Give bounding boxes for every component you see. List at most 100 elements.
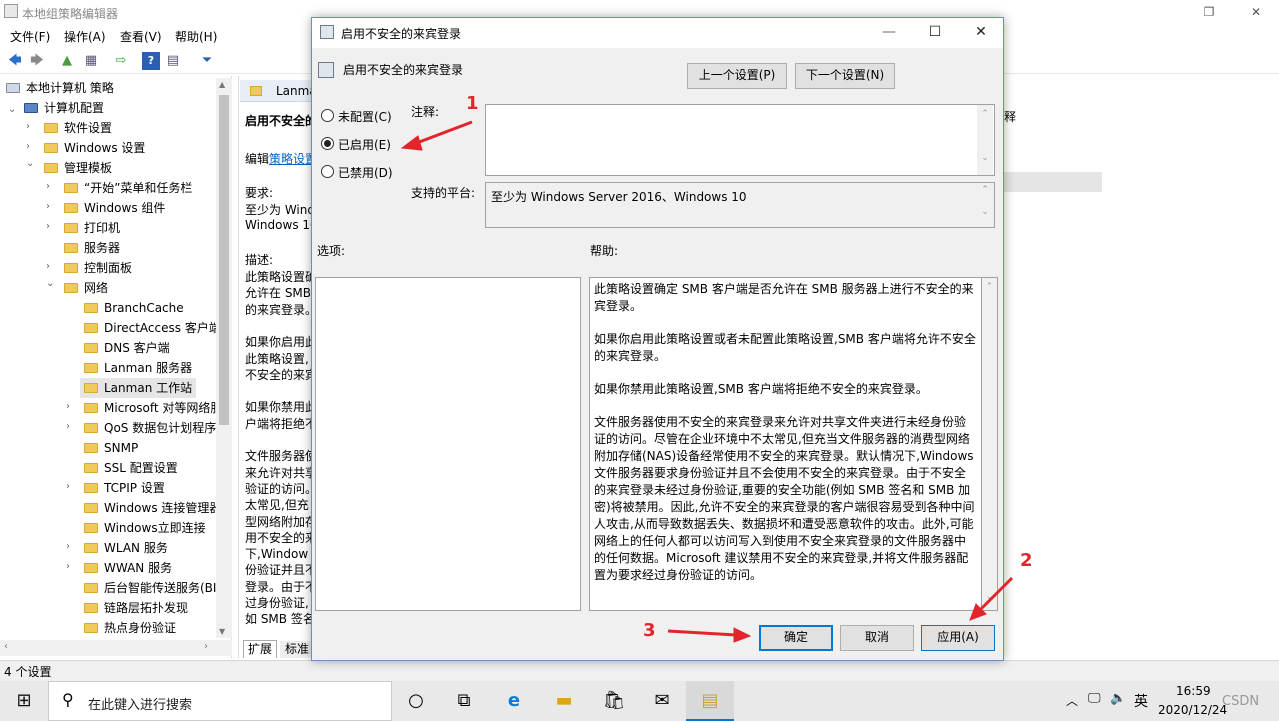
help-pane[interactable]: 此策略设置确定 SMB 客户端是否允许在 SMB 服务器上进行不安全的来宾登录。… <box>589 277 982 611</box>
cortana-icon[interactable]: ○ <box>392 681 440 721</box>
tree-item[interactable]: DirectAccess 客户端 <box>80 318 225 338</box>
chevron-down-icon[interactable]: ⌄ <box>26 158 34 169</box>
tree-item[interactable]: SNMP <box>80 438 142 458</box>
task-view-icon[interactable]: ⧉ <box>440 681 488 721</box>
radio-disabled-label[interactable]: 已禁用(D) <box>338 164 393 181</box>
clock-date[interactable]: 2020/12/24 <box>1158 703 1227 717</box>
editor-close-button[interactable]: ✕ <box>1233 2 1279 22</box>
volume-icon[interactable]: 🔈 <box>1110 691 1126 706</box>
export-list-icon[interactable]: ⇨ <box>112 52 130 70</box>
tree-item[interactable]: Windows 连接管理器 <box>80 498 225 518</box>
tree-item[interactable]: WWAN 服务 <box>80 558 176 578</box>
options-pane[interactable] <box>315 277 581 611</box>
tree-item[interactable]: Windows 组件 <box>60 198 169 218</box>
tree-item[interactable]: 网络 <box>60 278 112 298</box>
network-icon[interactable]: 🖵 <box>1088 691 1101 706</box>
tray-expand-icon[interactable]: ︿ <box>1066 692 1078 709</box>
scroll-down-icon[interactable]: ▼ <box>219 627 225 636</box>
chevron-right-icon[interactable]: › <box>46 221 50 232</box>
radio-enabled-label[interactable]: 已启用(E) <box>338 136 391 153</box>
tree-item[interactable]: 服务器 <box>60 238 124 258</box>
chevron-down-icon[interactable]: ⌄ <box>46 278 54 289</box>
chevron-right-icon[interactable]: › <box>66 421 70 432</box>
properties-icon[interactable]: ▤ <box>164 52 182 70</box>
cancel-button[interactable]: 取消 <box>840 625 914 651</box>
tree-item[interactable]: 后台智能传送服务(BIT <box>80 578 228 598</box>
chevron-right-icon[interactable]: › <box>66 561 70 572</box>
tree-item[interactable]: 软件设置 <box>40 118 116 138</box>
radio-not-configured-label[interactable]: 未配置(C) <box>338 108 392 125</box>
dialog-close-button[interactable]: ✕ <box>966 24 996 40</box>
tree-item[interactable]: QoS 数据包计划程序 <box>80 418 220 438</box>
tree-item[interactable]: Microsoft 对等网络服 <box>80 398 226 418</box>
chevron-right-icon[interactable]: › <box>66 401 70 412</box>
dialog-minimize-button[interactable]: — <box>874 24 904 40</box>
tree-item[interactable]: DNS 客户端 <box>80 338 174 358</box>
tree-item[interactable]: 热点身份验证 <box>80 618 180 638</box>
previous-setting-button[interactable]: 上一个设置(P) <box>687 63 787 89</box>
tree-item[interactable]: 打印机 <box>60 218 124 238</box>
platform-scrollbar[interactable]: ⌃ ⌄ <box>977 183 993 227</box>
file-explorer-icon[interactable]: ▬ <box>540 681 588 721</box>
forward-icon[interactable]: 🡆 <box>28 52 46 70</box>
apply-button[interactable]: 应用(A) <box>921 625 995 651</box>
edit-policy-link-row[interactable]: 编辑策略设置 <box>245 150 315 167</box>
filter-icon[interactable]: ⏷ <box>198 52 216 70</box>
tree-item[interactable]: WLAN 服务 <box>80 538 172 558</box>
up-folder-icon[interactable]: ▲ <box>58 52 76 70</box>
radio-enabled[interactable] <box>321 137 334 150</box>
tab-extended[interactable]: 扩展 <box>243 640 277 658</box>
scroll-right-icon[interactable]: › <box>204 641 208 652</box>
edge-icon[interactable]: e <box>490 681 538 721</box>
windows-start-icon[interactable]: ⊞ <box>0 681 48 721</box>
tree-item[interactable]: TCPIP 设置 <box>80 478 169 498</box>
scroll-left-icon[interactable]: ‹ <box>4 641 8 652</box>
tree-item[interactable]: SSL 配置设置 <box>80 458 182 478</box>
menu-action[interactable]: 操作(A) <box>64 28 106 45</box>
edit-policy-link[interactable]: 策略设置 <box>269 152 315 166</box>
tree-scroll-thumb[interactable] <box>219 95 229 425</box>
menu-view[interactable]: 查看(V) <box>120 28 162 45</box>
editor-restore-button[interactable]: ❐ <box>1186 2 1232 22</box>
chevron-right-icon[interactable]: › <box>26 141 30 152</box>
help-icon[interactable]: ? <box>142 52 160 70</box>
comment-scrollbar[interactable]: ⌃ ⌄ <box>977 105 993 175</box>
help-scrollbar[interactable]: ⌃ ⌄ <box>982 277 998 611</box>
tab-standard[interactable]: 标准 <box>280 641 314 658</box>
dialog-maximize-button[interactable]: ☐ <box>920 24 950 40</box>
tree-item[interactable]: Windows立即连接 <box>80 518 210 538</box>
comment-textarea[interactable] <box>485 104 995 176</box>
next-setting-button[interactable]: 下一个设置(N) <box>795 63 895 89</box>
mail-icon[interactable]: ✉ <box>638 681 686 721</box>
tree-item[interactable]: 控制面板 <box>60 258 136 278</box>
chevron-right-icon[interactable]: › <box>46 181 50 192</box>
back-icon[interactable]: 🡄 <box>6 52 24 70</box>
tree-horizontal-scrollbar[interactable] <box>0 640 232 656</box>
chevron-right-icon[interactable]: › <box>26 121 30 132</box>
tree-computer-config[interactable]: 计算机配置 <box>24 98 104 118</box>
radio-disabled[interactable] <box>321 165 334 178</box>
chevron-down-icon[interactable]: ⌄ <box>8 104 16 115</box>
ok-button[interactable]: 确定 <box>759 625 833 651</box>
policy-editor-taskbar-icon[interactable]: ▤ <box>686 681 734 721</box>
chevron-right-icon[interactable]: › <box>46 261 50 272</box>
radio-not-configured[interactable] <box>321 109 334 122</box>
tree-item[interactable]: BranchCache <box>80 298 188 318</box>
chevron-right-icon[interactable]: › <box>46 201 50 212</box>
ime-indicator[interactable]: 英 <box>1134 691 1148 711</box>
chevron-right-icon[interactable]: › <box>66 541 70 552</box>
store-icon[interactable]: 🛍 <box>590 681 638 721</box>
tree-root[interactable]: 本地计算机 策略 <box>6 78 114 98</box>
tree-item[interactable]: “开始”菜单和任务栏 <box>60 178 196 198</box>
tree-item[interactable]: 管理模板 <box>40 158 116 178</box>
menu-help[interactable]: 帮助(H) <box>175 28 217 45</box>
clock-time[interactable]: 16:59 <box>1176 684 1211 698</box>
tree-item[interactable]: Lanman 服务器 <box>80 358 196 378</box>
scroll-up-icon[interactable]: ▲ <box>219 80 225 89</box>
menu-file[interactable]: 文件(F) <box>10 28 50 45</box>
tree-item[interactable]: Windows 设置 <box>40 138 149 158</box>
show-hide-tree-icon[interactable]: ▦ <box>82 52 100 70</box>
chevron-right-icon[interactable]: › <box>66 481 70 492</box>
tree-item[interactable]: 链路层拓扑发现 <box>80 598 192 618</box>
tree-item[interactable]: Lanman 工作站 <box>80 378 197 398</box>
